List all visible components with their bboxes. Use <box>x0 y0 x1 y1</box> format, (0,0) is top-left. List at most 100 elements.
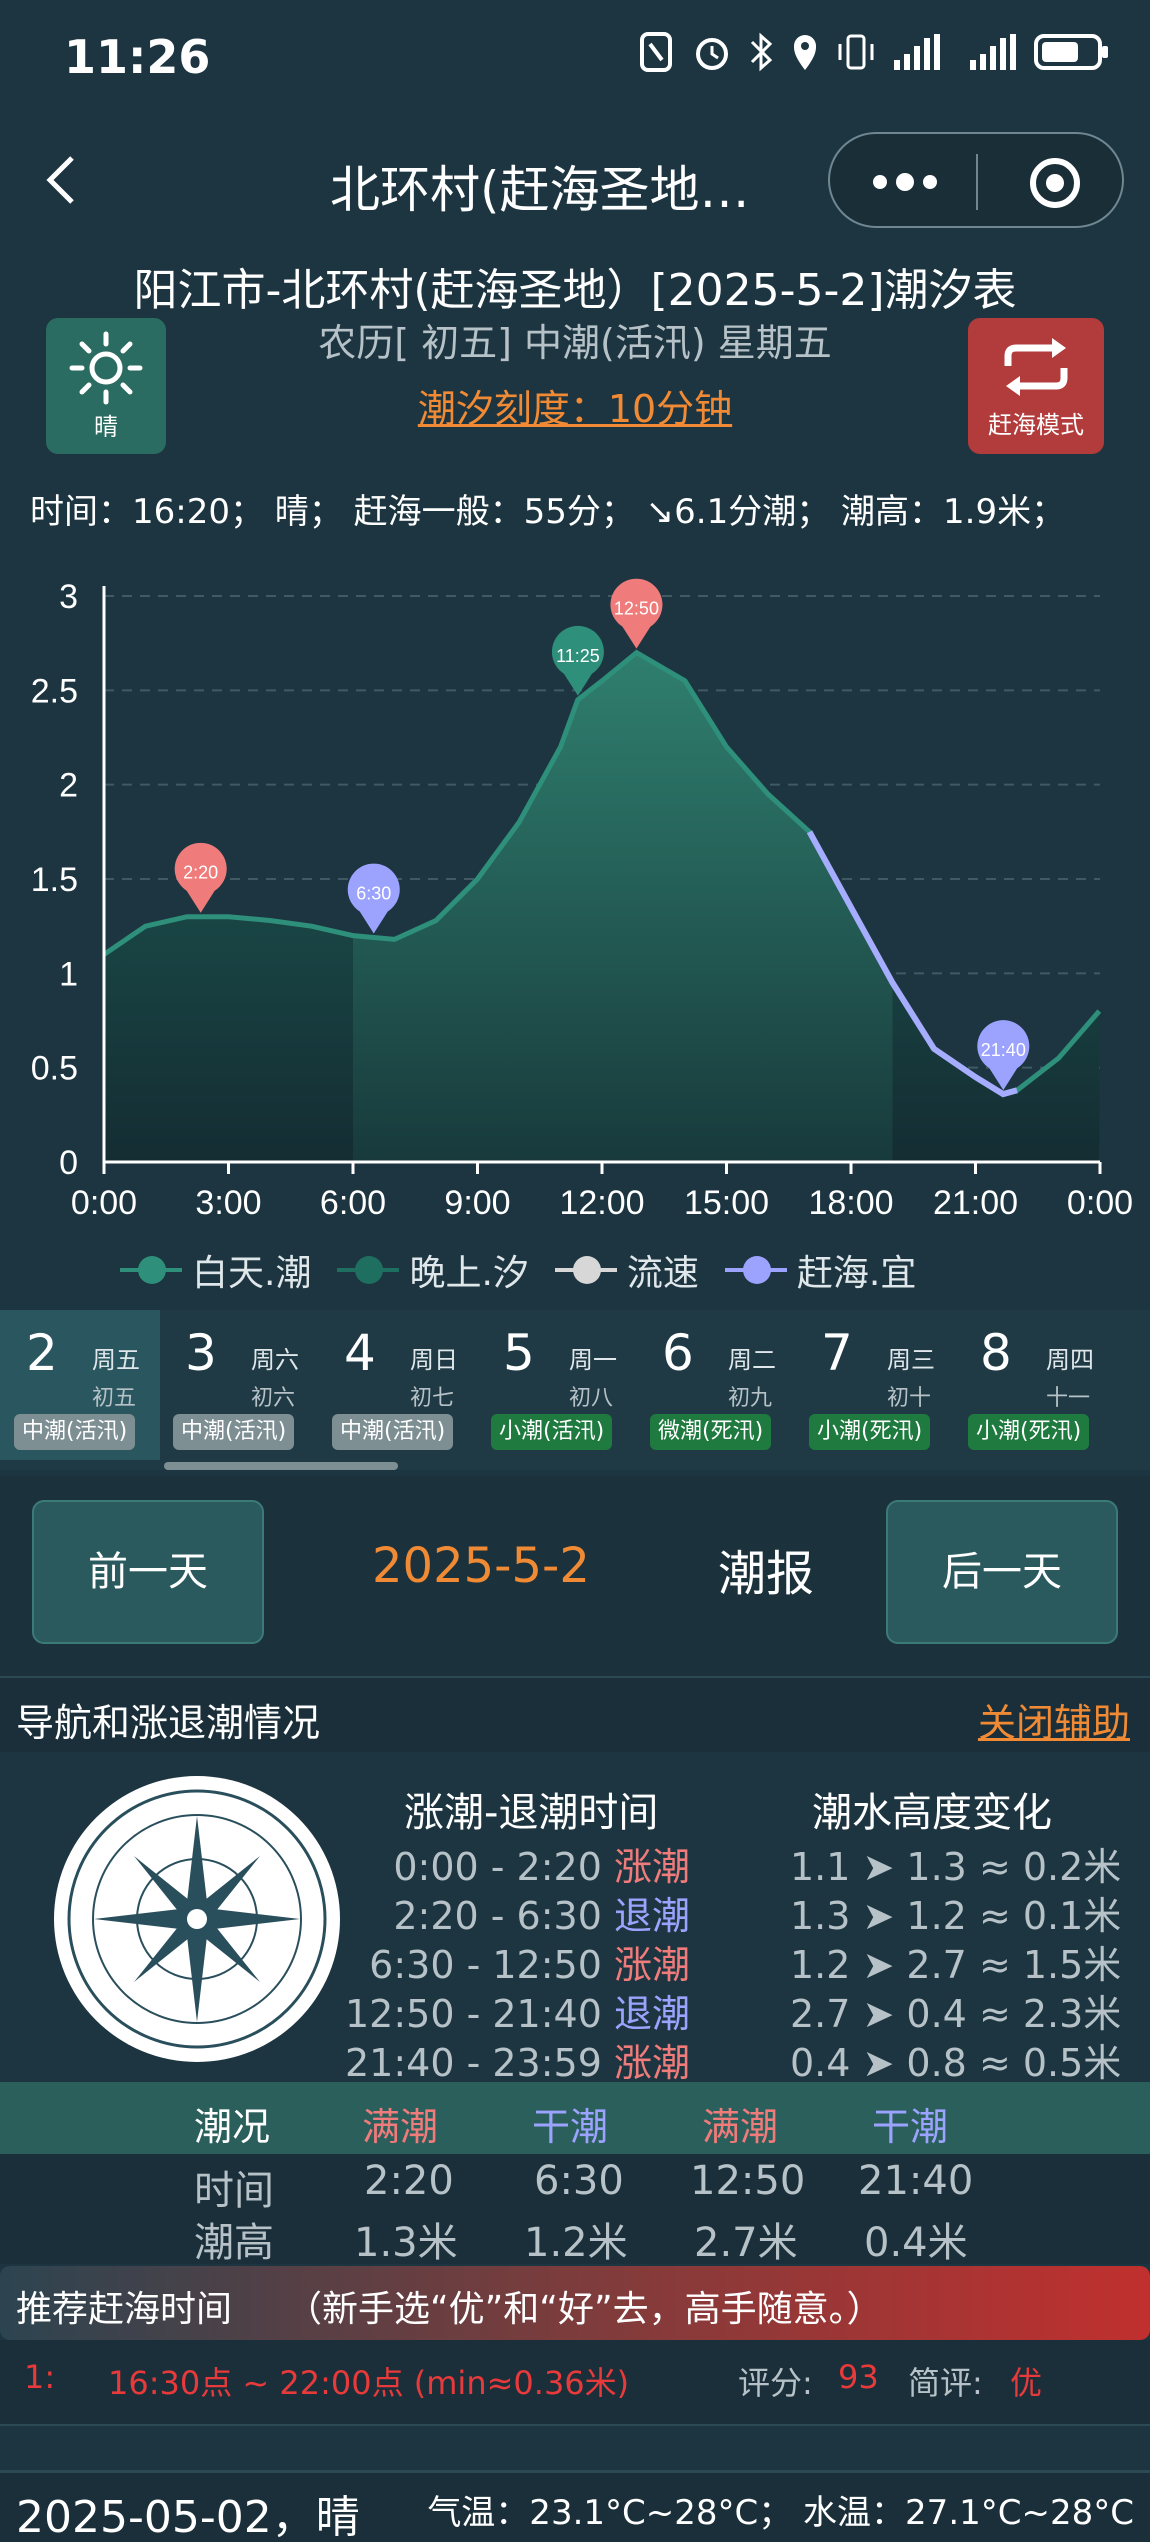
day-tide-tag: 小潮(死汛) <box>809 1414 931 1450</box>
score-label: 评分: <box>738 2364 813 2402</box>
x-tick-label: 18:00 <box>808 1184 893 1222</box>
x-tick-label: 6:00 <box>320 1184 386 1222</box>
signal-icon <box>894 34 940 70</box>
status-time: 21:40 <box>858 2158 974 2204</box>
weather-label: 晴 <box>94 413 118 441</box>
footer: 2025-05-02，晴 气温：23.1°C~28°C； 水温：27.1°C~2… <box>0 2470 1150 2542</box>
time-label: 时间 <box>194 2168 274 2214</box>
weather-button[interactable]: 晴 <box>46 318 166 454</box>
day-tide-tag: 小潮(死汛) <box>968 1414 1090 1450</box>
tide-period-time: 2:20 - 6:30 <box>393 1894 602 1938</box>
x-tick-label: 12:00 <box>559 1184 644 1222</box>
day-item[interactable]: 7 周三 初十 小潮(死汛) <box>795 1310 955 1460</box>
tide-period: 21:40 - 23:59 涨潮 <box>0 2032 690 2087</box>
day-scroll-indicator[interactable] <box>164 1462 398 1470</box>
current-date: 2025-5-2 <box>372 1538 590 1594</box>
more-button[interactable] <box>870 162 940 212</box>
beach-mode-button[interactable]: 赶海模式 <box>968 318 1104 454</box>
mini-program-capsule <box>828 132 1124 228</box>
chart-legend: 白天.潮 晚上.汐 流速 赶海.宜 <box>120 1240 916 1300</box>
y-tick-label: 2.5 <box>31 672 78 710</box>
status-time: 2:20 <box>364 2158 454 2204</box>
day-item[interactable]: 3 周六 初六 中潮(活汛) <box>159 1310 319 1460</box>
day-weekday: 周四 <box>1046 1346 1094 1374</box>
day-item[interactable]: 6 周二 初九 微潮(死汛) <box>636 1310 796 1460</box>
tide-period-time: 21:40 - 23:59 <box>345 2041 602 2085</box>
day-lunar: 初六 <box>251 1386 296 1411</box>
day-tide-tag: 小潮(活汛) <box>491 1414 613 1450</box>
tide-status-header: 潮况 满潮 干潮 满潮 干潮 <box>0 2082 1150 2154</box>
recommend-subtitle: （新手选“优”和“好”去，高手随意。） <box>286 2289 883 2330</box>
close-assist-link[interactable]: 关闭辅助 <box>978 1692 1130 1747</box>
bluetooth-icon <box>750 32 773 72</box>
review-label: 简评: <box>908 2364 983 2402</box>
beach-mode-label: 赶海模式 <box>988 411 1084 439</box>
tide-marker-label: 2:20 <box>183 863 218 883</box>
status-height: 2.7米 <box>694 2220 798 2266</box>
page-title: 北环村(赶海圣地… <box>330 161 750 219</box>
tide-heading: 阳江市-北环村(赶海圣地）[2025-5-2]潮汐表 <box>133 265 1017 316</box>
x-tick-label: 15:00 <box>684 1184 769 1222</box>
day-weekday: 周五 <box>92 1346 140 1374</box>
day-lunar: 初八 <box>569 1386 614 1411</box>
tide-table: 涨潮-退潮时间 潮水高度变化 0:00 - 2:20 涨潮 1.1 ➤ 1.3 ≈… <box>0 1752 1150 2085</box>
tide-change: 1.3 ➤ 1.2 ≈ 0.1米 <box>790 1894 1122 1938</box>
status-label: 潮况 <box>194 2105 271 2149</box>
alarm-icon <box>696 38 728 70</box>
legend-good[interactable]: 赶海.宜 <box>724 1244 916 1296</box>
day-weekday: 周二 <box>728 1346 776 1374</box>
back-button[interactable] <box>40 150 90 210</box>
tide-period-type: 退潮 <box>613 1894 690 1938</box>
y-tick-label: 3 <box>59 578 78 616</box>
day-tide-tag: 中潮(活汛) <box>332 1414 454 1450</box>
tide-change: 1.2 ➤ 2.7 ≈ 1.5米 <box>790 1943 1122 1987</box>
day-number: 2 <box>26 1324 58 1382</box>
tide-chart: 0 0.5 1 1.5 2 2.5 3 0:00 3:00 6:00 9:00 12:00 15:00 1… <box>31 578 1133 1222</box>
status-height: 0.4米 <box>864 2220 968 2266</box>
status-height: 1.3米 <box>354 2220 458 2266</box>
recommend-index: 1: <box>24 2358 56 2396</box>
day-lunar: 初九 <box>728 1386 773 1411</box>
legend-night[interactable]: 晚上.汐 <box>337 1244 529 1296</box>
day-lunar: 初七 <box>410 1386 455 1411</box>
day-item[interactable]: 4 周日 初七 中潮(活汛) <box>318 1310 478 1460</box>
battery-icon <box>1034 34 1108 70</box>
recommend-item[interactable]: 1: 16:30点 ~ 22:00点 (min≈0.36米) 评分: 93 简评… <box>0 2340 1150 2426</box>
next-day-button[interactable]: 后一天 <box>886 1500 1118 1644</box>
close-target-icon[interactable] <box>1030 158 1080 208</box>
tide-period-type: 涨潮 <box>613 1845 690 1889</box>
status-time: 11:26 <box>64 30 211 84</box>
tide-report-button[interactable]: 潮报 <box>718 1534 814 1604</box>
day-number: 8 <box>980 1324 1012 1382</box>
legend-night-label: 晚上.汐 <box>409 1253 529 1294</box>
x-tick-label: 9:00 <box>444 1184 510 1222</box>
tide-height-header: 潮水高度变化 <box>812 1790 1052 1836</box>
footer-weather: 气温：23.1°C~28°C； 水温：27.1°C~28°C <box>427 2493 1134 2533</box>
legend-speed[interactable]: 流速 <box>554 1244 699 1296</box>
status-type: 干潮 <box>872 2105 949 2149</box>
y-tick-label: 0 <box>59 1144 78 1182</box>
day-lunar: 十一 <box>1046 1386 1091 1411</box>
day-item[interactable]: 5 周一 初八 小潮(活汛) <box>477 1310 637 1460</box>
vibrate-icon <box>838 34 874 70</box>
day-weekday: 周三 <box>887 1346 935 1374</box>
score-value: 93 <box>838 2358 879 2396</box>
day-tide-tag: 中潮(活汛) <box>14 1414 136 1450</box>
legend-day-label: 白天.潮 <box>192 1253 312 1294</box>
tide-period-type: 涨潮 <box>613 2041 690 2085</box>
tide-change: 1.1 ➤ 1.3 ≈ 0.2米 <box>790 1845 1122 1889</box>
status-icons <box>638 32 1110 72</box>
legend-speed-label: 流速 <box>626 1253 699 1294</box>
height-label: 潮高 <box>194 2220 274 2266</box>
day-tide-tag: 中潮(活汛) <box>173 1414 295 1450</box>
day-lunar: 初五 <box>92 1386 137 1411</box>
day-item[interactable]: 2 周五初五中潮(活汛) <box>0 1310 160 1460</box>
prev-day-button[interactable]: 前一天 <box>32 1500 264 1644</box>
day-item[interactable]: 8 周四十一小潮(死汛) <box>954 1310 1114 1460</box>
y-tick-label: 2 <box>59 767 78 805</box>
legend-day[interactable]: 白天.潮 <box>120 1244 311 1296</box>
day-weekday: 周一 <box>569 1346 617 1374</box>
tide-period: 12:50 - 21:40 退潮 <box>0 1983 690 2038</box>
chevron-left-icon <box>46 156 74 204</box>
tide-period-time: 12:50 - 21:40 <box>345 1992 602 2036</box>
